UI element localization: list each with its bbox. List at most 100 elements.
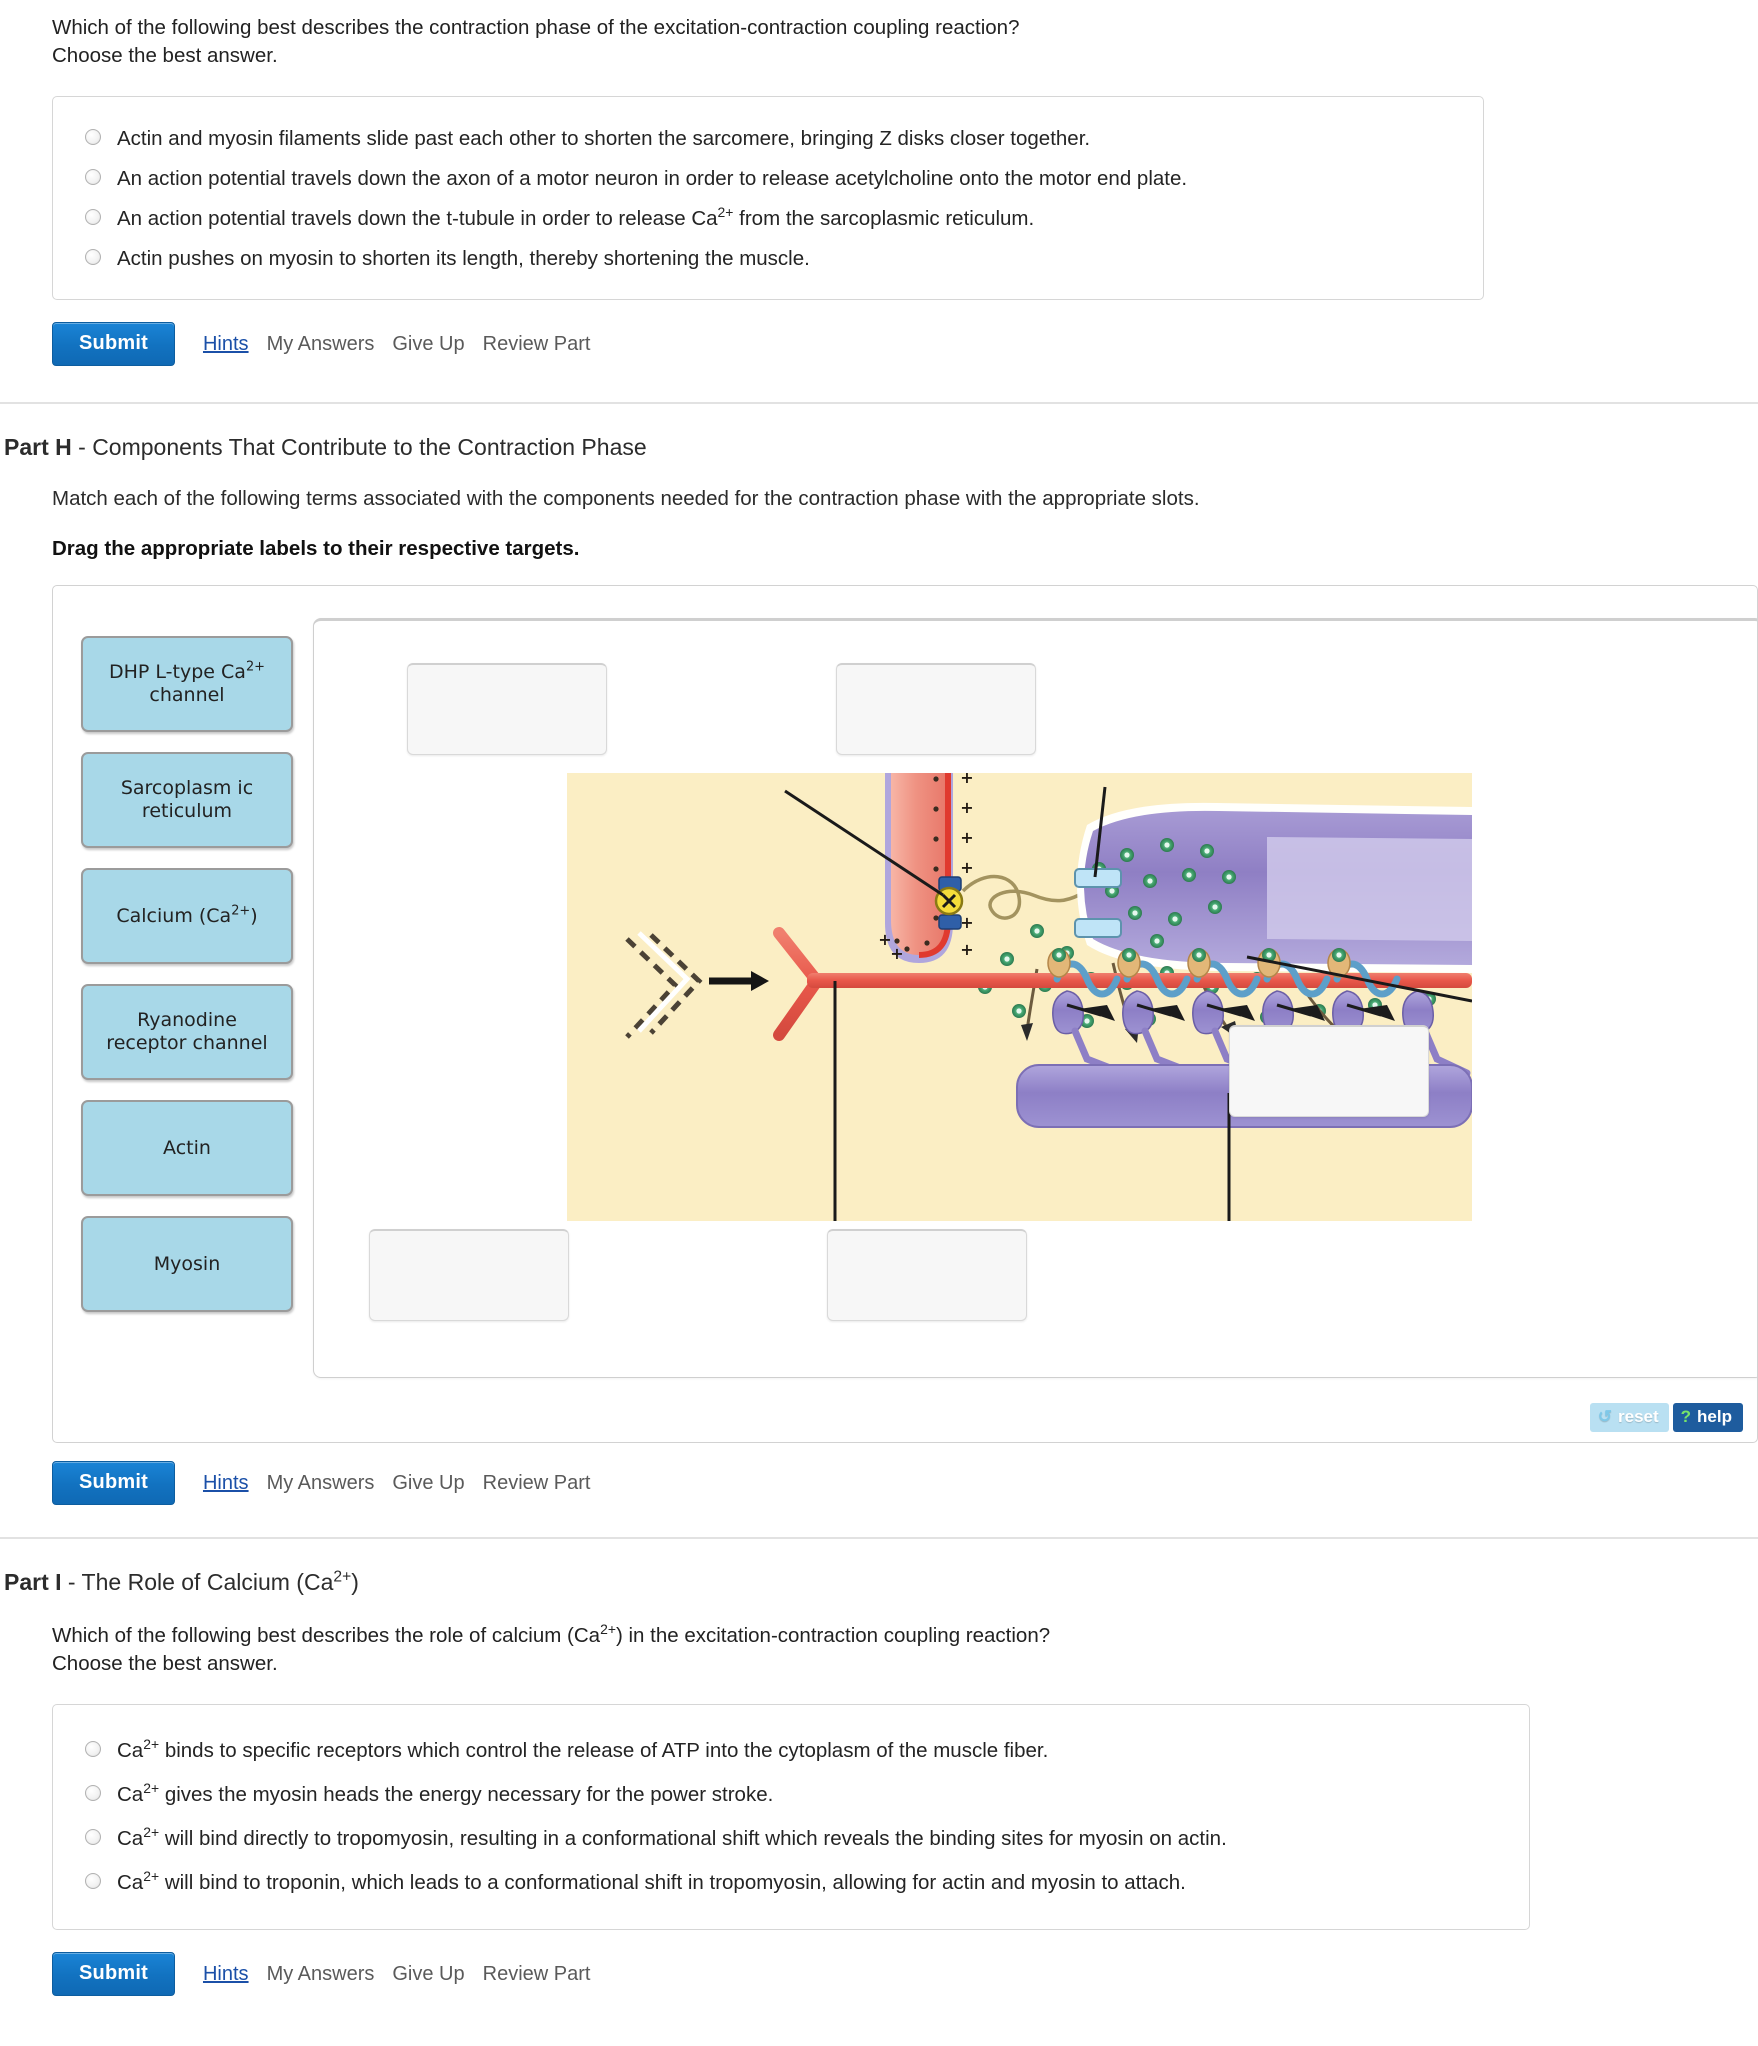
part-g-prompt-line2: Choose the best answer. bbox=[52, 44, 278, 67]
give-up-link[interactable]: Give Up bbox=[392, 1963, 464, 1986]
review-part-link[interactable]: Review Part bbox=[483, 333, 591, 356]
drop-canvas: + + + + + + + + bbox=[313, 618, 1757, 1378]
svg-text:+: + bbox=[960, 828, 973, 847]
part-i-prompt-line2: Choose the best answer. bbox=[52, 1652, 278, 1675]
review-part-link[interactable]: Review Part bbox=[483, 1472, 591, 1495]
action-links: Hints My Answers Give Up Review Part bbox=[203, 1963, 590, 1986]
action-links: Hints My Answers Give Up Review Part bbox=[203, 333, 590, 356]
radio-icon[interactable] bbox=[85, 1741, 101, 1757]
sarcoplasmic-reticulum bbox=[1074, 802, 1472, 973]
radio-icon[interactable] bbox=[85, 249, 101, 265]
answer-label: An action potential travels down the axo… bbox=[117, 167, 1188, 190]
radio-icon[interactable] bbox=[85, 209, 101, 225]
drop-target-3[interactable] bbox=[1229, 1025, 1429, 1117]
answer-option[interactable]: Actin pushes on myosin to shorten its le… bbox=[79, 239, 1457, 279]
part-i-prompt: Which of the following best describes th… bbox=[52, 1622, 1758, 1678]
answer-option[interactable]: Ca2+ gives the myosin heads the energy n… bbox=[79, 1773, 1503, 1817]
hints-link[interactable]: Hints bbox=[203, 1472, 249, 1495]
answer-option[interactable]: Ca2+ will bind to troponin, which leads … bbox=[79, 1861, 1503, 1905]
answer-option[interactable]: Ca2+ will bind directly to tropomyosin, … bbox=[79, 1817, 1503, 1861]
dhp-receptor bbox=[934, 876, 964, 930]
submit-button[interactable]: Submit bbox=[52, 1952, 175, 1996]
section-divider bbox=[0, 402, 1758, 404]
drop-target-4[interactable] bbox=[369, 1229, 569, 1321]
help-button[interactable]: ? help bbox=[1672, 1403, 1743, 1432]
drag-label-calcium[interactable]: Calcium (Ca2+) bbox=[81, 868, 293, 964]
part-h-actionbar: Submit Hints My Answers Give Up Review P… bbox=[52, 1461, 1758, 1505]
svg-text:+: + bbox=[960, 940, 973, 959]
part-i-title-bold: Part I bbox=[4, 1569, 62, 1595]
hints-link[interactable]: Hints bbox=[203, 333, 249, 356]
drag-label-myosin[interactable]: Myosin bbox=[81, 1216, 293, 1312]
answer-label: Ca2+ will bind directly to tropomyosin, … bbox=[117, 1824, 1227, 1850]
question-page: Which of the following best describes th… bbox=[0, 0, 1758, 1996]
answer-label: Actin pushes on myosin to shorten its le… bbox=[117, 247, 810, 270]
action-links: Hints My Answers Give Up Review Part bbox=[203, 1472, 590, 1495]
radio-icon[interactable] bbox=[85, 1829, 101, 1845]
drag-label-actin[interactable]: Actin bbox=[81, 1100, 293, 1196]
svg-text:+: + bbox=[960, 858, 973, 877]
give-up-link[interactable]: Give Up bbox=[392, 333, 464, 356]
question-mark-icon: ? bbox=[1680, 1407, 1692, 1426]
submit-button[interactable]: Submit bbox=[52, 1461, 175, 1505]
part-g-actionbar: Submit Hints My Answers Give Up Review P… bbox=[52, 322, 1758, 366]
answer-label: Ca2+ gives the myosin heads the energy n… bbox=[117, 1780, 774, 1806]
svg-text:+: + bbox=[960, 798, 973, 817]
part-i-block: Which of the following best describes th… bbox=[0, 1622, 1758, 1930]
part-i-answers: Ca2+ binds to specific receptors which c… bbox=[52, 1704, 1530, 1930]
part-i-title-rest: - The Role of Calcium (Ca2+) bbox=[61, 1568, 359, 1595]
drag-label-text: Actin bbox=[163, 1136, 211, 1159]
refresh-icon: ↺ bbox=[1597, 1407, 1613, 1426]
drag-label-text: Calcium (Ca2+) bbox=[116, 903, 258, 927]
part-i-title: Part I - The Role of Calcium (Ca2+) bbox=[4, 1569, 1758, 1596]
answer-option[interactable]: An action potential travels down the t-t… bbox=[79, 199, 1457, 239]
give-up-link[interactable]: Give Up bbox=[392, 1472, 464, 1495]
part-h-title-bold: Part H bbox=[4, 434, 72, 460]
drop-target-5[interactable] bbox=[827, 1229, 1027, 1321]
reset-button[interactable]: ↺ reset bbox=[1589, 1403, 1669, 1432]
answer-label: Ca2+ will bind to troponin, which leads … bbox=[117, 1868, 1186, 1894]
radio-icon[interactable] bbox=[85, 169, 101, 185]
radio-icon[interactable] bbox=[85, 129, 101, 145]
excitation-contraction-diagram: ++ ++ ++ ++ bbox=[567, 773, 1472, 1221]
drag-label-text: DHP L-type Ca2+ channel bbox=[109, 659, 265, 706]
submit-button[interactable]: Submit bbox=[52, 322, 175, 366]
drop-target-2[interactable] bbox=[836, 663, 1036, 755]
svg-text:+: + bbox=[960, 773, 973, 787]
review-part-link[interactable]: Review Part bbox=[483, 1963, 591, 1986]
part-g-prompt: Which of the following best describes th… bbox=[52, 14, 1758, 70]
drag-label-text: Ryanodine receptor channel bbox=[106, 1009, 268, 1054]
answer-option[interactable]: Actin and myosin filaments slide past ea… bbox=[79, 119, 1457, 159]
answer-label: Ca2+ binds to specific receptors which c… bbox=[117, 1736, 1049, 1762]
part-h-instruction: Drag the appropriate labels to their res… bbox=[52, 537, 580, 560]
section-divider bbox=[0, 1537, 1758, 1539]
hints-link[interactable]: Hints bbox=[203, 1963, 249, 1986]
drag-label-dhp-channel[interactable]: DHP L-type Ca2+ channel bbox=[81, 636, 293, 732]
drag-label-bank: DHP L-type Ca2+ channel Sarcoplasm ic reti… bbox=[81, 636, 299, 1332]
my-answers-link[interactable]: My Answers bbox=[267, 333, 375, 356]
my-answers-link[interactable]: My Answers bbox=[267, 1472, 375, 1495]
drag-drop-tools: ↺ reset ? help bbox=[1589, 1403, 1743, 1432]
radio-icon[interactable] bbox=[85, 1873, 101, 1889]
drag-label-sarcoplasmic-reticulum[interactable]: Sarcoplasm ic reticulum bbox=[81, 752, 293, 848]
part-h-title-rest: - Components That Contribute to the Cont… bbox=[71, 434, 647, 460]
part-h-description: Match each of the following terms associ… bbox=[52, 487, 1200, 510]
reset-label: reset bbox=[1618, 1407, 1659, 1426]
part-h-title: Part H - Components That Contribute to t… bbox=[4, 434, 1758, 461]
drag-label-ryanodine-receptor[interactable]: Ryanodine receptor channel bbox=[81, 984, 293, 1080]
drag-label-text: Myosin bbox=[153, 1252, 221, 1275]
part-i-actionbar: Submit Hints My Answers Give Up Review P… bbox=[52, 1952, 1758, 1996]
my-answers-link[interactable]: My Answers bbox=[267, 1963, 375, 1986]
answer-option[interactable]: Ca2+ binds to specific receptors which c… bbox=[79, 1729, 1503, 1773]
drop-target-1[interactable] bbox=[407, 663, 607, 755]
answer-option[interactable]: An action potential travels down the axo… bbox=[79, 159, 1457, 199]
part-g-answers: Actin and myosin filaments slide past ea… bbox=[52, 96, 1484, 300]
svg-text:+: + bbox=[960, 913, 973, 932]
svg-text:+: + bbox=[890, 944, 903, 963]
muscle-illustration: + + + + + + + + bbox=[567, 773, 1472, 1221]
part-i-prompt-line1: Which of the following best describes th… bbox=[52, 1621, 1051, 1647]
drag-drop-widget[interactable]: DHP L-type Ca2+ channel Sarcoplasm ic reti… bbox=[52, 585, 1758, 1443]
radio-icon[interactable] bbox=[85, 1785, 101, 1801]
help-label: help bbox=[1697, 1407, 1732, 1426]
part-g-prompt-line1: Which of the following best describes th… bbox=[52, 16, 1020, 39]
